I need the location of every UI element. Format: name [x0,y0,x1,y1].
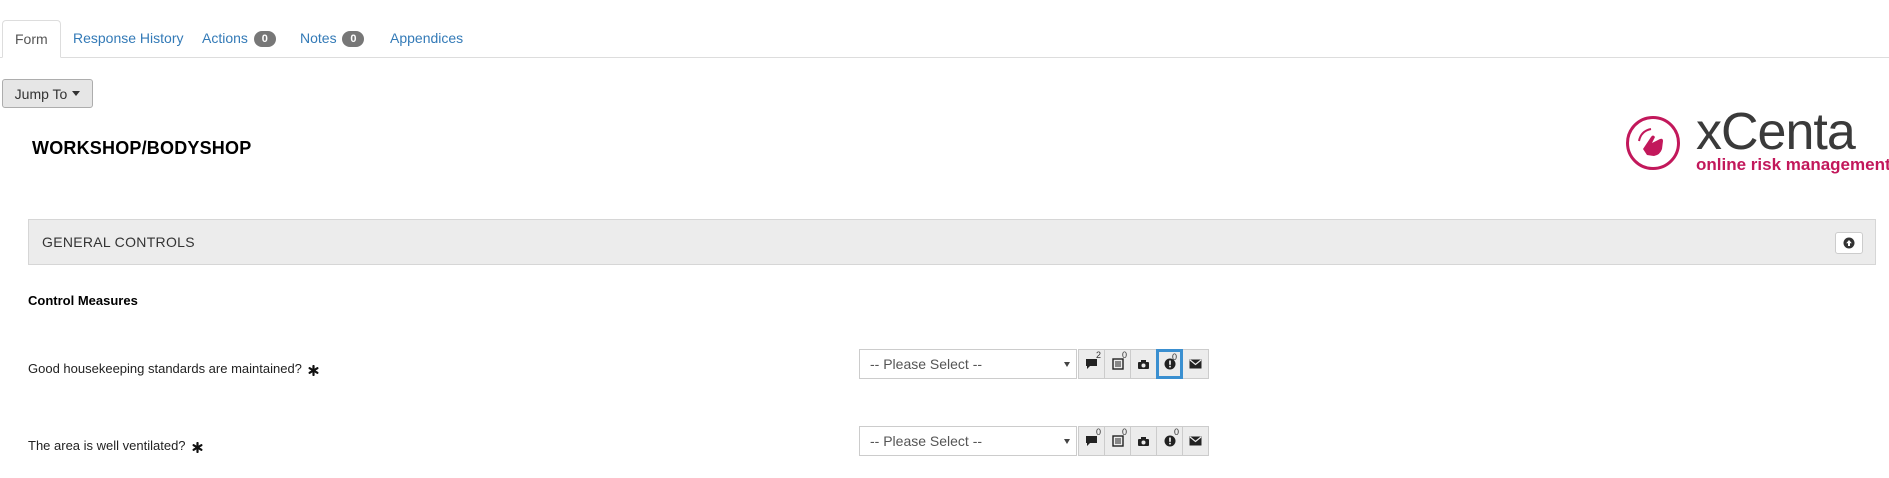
comment-count: 2 [1095,350,1101,360]
select-placeholder: -- Please Select -- [870,433,983,449]
email-button[interactable] [1182,426,1209,456]
question-toolbar: 2 0 0 [1078,349,1209,379]
page-title: WORKSHOP/BODYSHOP [32,138,252,158]
question-text: The area is well ventilated? [28,438,186,453]
caret-down-icon [72,91,81,96]
comment-button[interactable]: 2 [1078,349,1105,379]
tab-form-label: Form [15,31,48,47]
tab-appendices-label: Appendices [390,30,464,46]
actions-count-badge: 0 [253,31,276,47]
section-header: GENERAL CONTROLS [28,219,1876,265]
tab-actions-label: Actions [202,30,248,46]
question-label: The area is well ventilated? [28,438,203,456]
camera-button[interactable] [1130,426,1157,456]
answer-select[interactable]: -- Please Select -- [859,426,1077,456]
list-button[interactable]: 0 [1104,349,1131,379]
tab-notes[interactable]: Notes 0 [288,20,376,57]
question-toolbar: 0 0 0 [1078,426,1209,456]
control-measures-heading: Control Measures [28,293,138,308]
tab-form[interactable]: Form [2,20,61,58]
comment-count: 0 [1095,427,1101,437]
collapse-section-button[interactable] [1835,232,1863,254]
dropdown-arrow-icon [1064,439,1070,444]
list-count: 0 [1121,350,1127,360]
section-title: GENERAL CONTROLS [42,234,195,250]
select-placeholder: -- Please Select -- [870,356,983,372]
tab-bar: Form Response History Actions 0 Notes 0 … [0,20,1889,58]
tab-response-history-label: Response History [73,30,184,46]
logo-tagline: online risk management [1696,155,1889,174]
required-asterisk-icon [192,441,203,456]
pointing-hand-icon [1626,116,1680,170]
tab-actions[interactable]: Actions 0 [190,20,288,57]
tab-response-history[interactable]: Response History [61,20,196,57]
alert-count: 0 [1173,427,1179,437]
question-text: Good housekeeping standards are maintain… [28,361,302,376]
alert-count: 0 [1171,352,1177,362]
answer-select[interactable]: -- Please Select -- [859,349,1077,379]
camera-button[interactable] [1130,349,1157,379]
jump-to-label: Jump To [14,85,68,102]
required-asterisk-icon [308,364,319,379]
circle-arrow-up-icon [1843,237,1855,249]
email-icon [1189,359,1202,369]
tab-notes-label: Notes [300,30,337,46]
email-icon [1189,436,1202,446]
list-count: 0 [1121,427,1127,437]
list-button[interactable]: 0 [1104,426,1131,456]
comment-button[interactable]: 0 [1078,426,1105,456]
logo-name: xCenta [1696,103,1856,161]
email-button[interactable] [1182,349,1209,379]
notes-count-badge: 0 [342,31,365,47]
alert-button[interactable]: 0 [1156,426,1183,456]
jump-to-button[interactable]: Jump To [2,79,93,108]
camera-icon [1138,359,1149,369]
dropdown-arrow-icon [1064,362,1070,367]
alert-button[interactable]: 0 [1156,349,1183,379]
camera-icon [1138,436,1149,446]
question-label: Good housekeeping standards are maintain… [28,361,319,379]
tab-appendices[interactable]: Appendices [378,20,475,57]
xcenta-logo: xCenta online risk management [1626,104,1889,178]
